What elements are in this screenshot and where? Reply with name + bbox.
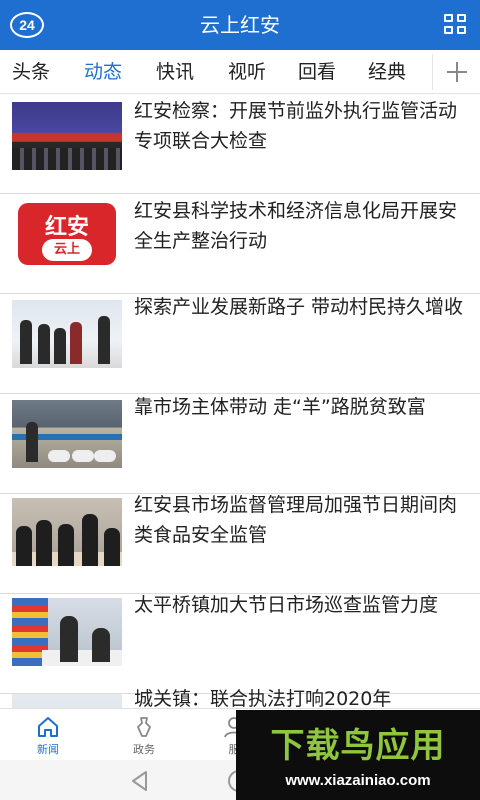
list-item[interactable]: 城关镇：联合执法打响2020年 (0, 688, 480, 708)
watermark: 下载鸟应用 www.xiazainiao.com (236, 710, 480, 800)
news-title: 红安县科学技术和经济信息化局开展安全生产整治行动 (134, 200, 458, 252)
road-photo-icon (12, 694, 122, 708)
app-header: 24 云上红安 (0, 0, 480, 50)
channel-tabs: 头条 动态 快讯 视听 回看 经典 (0, 50, 480, 94)
logo-cloud-text: 云上 (42, 239, 92, 261)
news-title: 城关镇：联合执法打响2020年 (134, 688, 392, 708)
news-list: 红安检察：开展节前监外执行监管活动专项联合大检查 红安 云上 红安县科学技术和经… (0, 94, 480, 708)
news-title: 太平桥镇加大节日市场巡查监管力度 (134, 594, 439, 616)
tab-replay[interactable]: 回看 (298, 50, 336, 94)
news-title: 靠市场主体带动 走“羊”路脱贫致富 (134, 396, 426, 418)
grid-menu-icon[interactable] (444, 14, 468, 36)
list-item[interactable]: 红安 云上 红安县科学技术和经济信息化局开展安全生产整治行动 (0, 194, 480, 294)
tab-news-feed[interactable]: 动态 (84, 50, 122, 94)
back-icon[interactable] (130, 770, 150, 792)
tab-headlines[interactable]: 头条 (12, 50, 50, 94)
list-item[interactable]: 红安县市场监督管理局加强节日期间肉类食品安全监管 (0, 494, 480, 594)
market-photo-icon (12, 498, 122, 566)
app-title: 云上红安 (200, 13, 280, 37)
watermark-url: www.xiazainiao.com (285, 772, 431, 789)
tab-video[interactable]: 视听 (228, 50, 266, 94)
nav-government[interactable]: 政务 (114, 709, 174, 761)
inspection-photo-icon (12, 598, 122, 666)
hongan-cloud-logo-icon: 红安 云上 (12, 199, 122, 267)
news-title: 红安检察：开展节前监外执行监管活动专项联合大检查 (134, 100, 458, 152)
nav-label: 政务 (133, 743, 155, 756)
list-item[interactable]: 红安检察：开展节前监外执行监管活动专项联合大检查 (0, 94, 480, 194)
tab-classic[interactable]: 经典 (368, 50, 406, 94)
list-item[interactable]: 太平桥镇加大节日市场巡查监管力度 (0, 594, 480, 694)
list-item[interactable]: 探索产业发展新路子 带动村民持久增收 (0, 294, 480, 394)
sheep-photo-icon (12, 400, 122, 468)
village-photo-icon (12, 300, 122, 368)
home-icon (38, 717, 58, 737)
watermark-title: 下载鸟应用 (270, 726, 446, 766)
meeting-photo-icon (12, 102, 122, 170)
badge-icon (137, 717, 151, 737)
list-item[interactable]: 靠市场主体带动 走“羊”路脱贫致富 (0, 394, 480, 494)
news-title: 红安县市场监督管理局加强节日期间肉类食品安全监管 (134, 494, 458, 546)
news-title: 探索产业发展新路子 带动村民持久增收 (134, 296, 464, 318)
nav-news[interactable]: 新闻 (18, 709, 78, 761)
logo-text: 红安 (44, 214, 89, 240)
add-channel-icon[interactable] (432, 54, 480, 90)
tab-flash[interactable]: 快讯 (156, 50, 194, 94)
nav-label: 新闻 (37, 743, 59, 756)
